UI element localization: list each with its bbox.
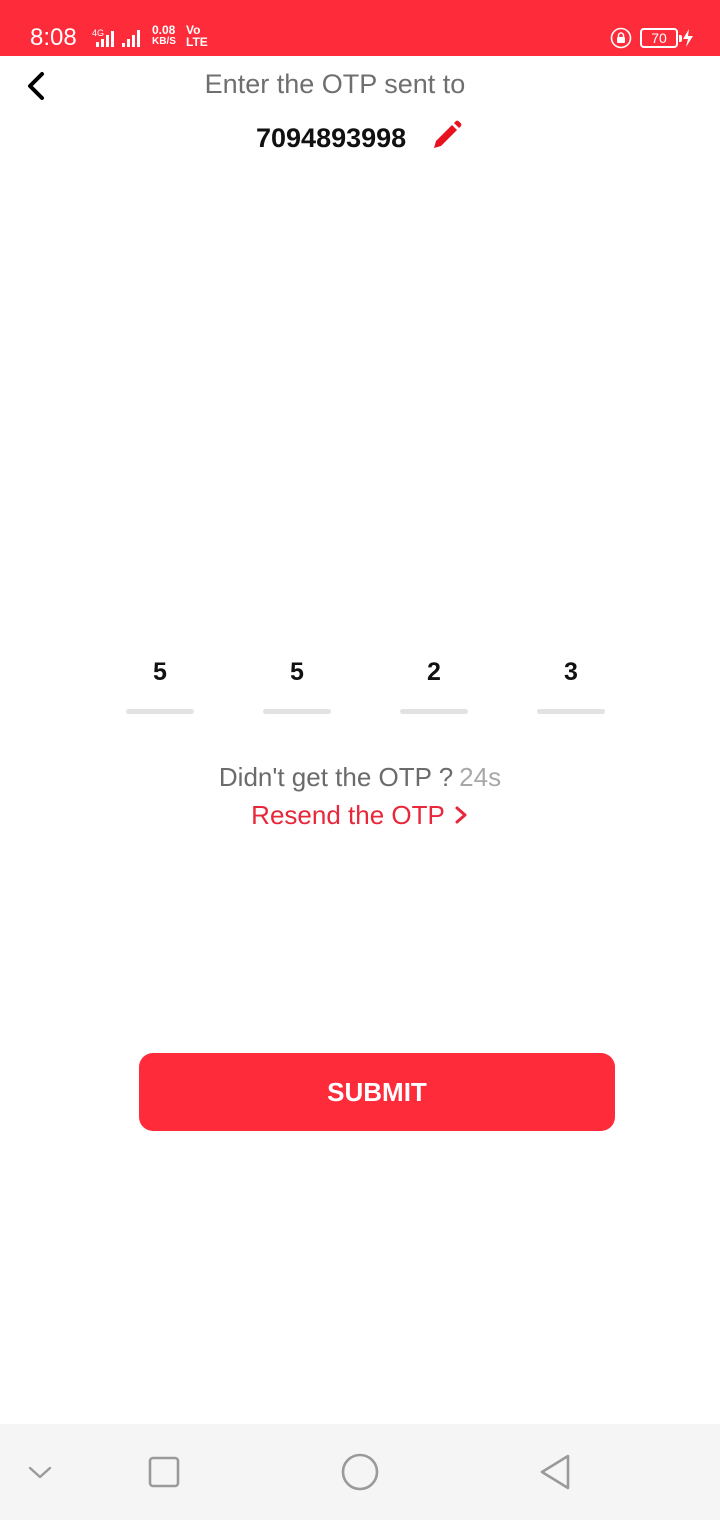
phone-number: 7094893998 [256, 123, 407, 153]
otp-input-2[interactable]: 5 [263, 652, 331, 714]
otp-input-1[interactable]: 5 [126, 652, 194, 714]
otp-input-4[interactable]: 3 [537, 652, 605, 714]
otp-digit: 5 [153, 658, 167, 686]
otp-underline [537, 709, 605, 714]
home-circle-icon[interactable] [338, 1450, 382, 1494]
network-speed: 0.08 KB/S [152, 23, 176, 47]
otp-underline [126, 709, 194, 714]
submit-button[interactable]: SUBMIT [139, 1053, 615, 1131]
svg-text:4G: 4G [92, 28, 104, 38]
otp-digit: 3 [564, 658, 578, 686]
status-bar: 8:08 4G 0.08 KB/S Vo LTE 70 [0, 0, 720, 56]
otp-digit: 5 [290, 658, 304, 686]
otp-underline [400, 709, 468, 714]
page-title: Enter the OTP sent to [204, 69, 466, 99]
chevron-down-icon[interactable] [18, 1450, 62, 1494]
signal-icon: 4G [92, 28, 140, 47]
resend-timer: 24s [459, 762, 502, 792]
navigation-bar [0, 1424, 720, 1520]
back-triangle-icon[interactable] [534, 1450, 578, 1494]
rotation-lock-icon [610, 27, 632, 49]
resend-question: Didn't get the OTP ? [218, 762, 454, 792]
otp-digit: 2 [427, 658, 441, 686]
otp-underline [263, 709, 331, 714]
resend-link-label: Resend the OTP [251, 800, 445, 830]
resend-prompt: Didn't get the OTP ? 24s [0, 760, 720, 794]
charging-icon [683, 29, 693, 47]
phone-row: 7094893998 [0, 118, 720, 158]
status-time: 8:08 [30, 24, 77, 51]
volte-indicator: Vo LTE [186, 23, 208, 49]
chevron-right-icon [455, 806, 467, 824]
resend-link[interactable]: Resend the OTP [0, 798, 720, 832]
recents-square-icon[interactable] [142, 1450, 186, 1494]
otp-input-3[interactable]: 2 [400, 652, 468, 714]
battery-indicator: 70 [640, 28, 682, 48]
pencil-icon[interactable] [428, 118, 464, 154]
